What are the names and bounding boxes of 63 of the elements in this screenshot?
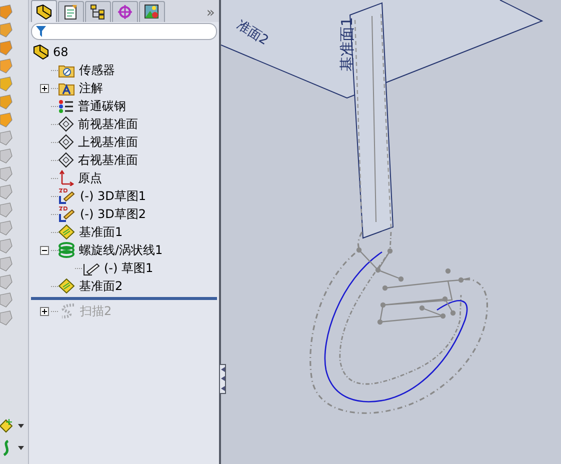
plane-icon[interactable] xyxy=(0,418,14,434)
tree-item[interactable]: 前视基准面 xyxy=(78,115,138,133)
feature-icon[interactable] xyxy=(0,310,14,326)
feature-icon[interactable] xyxy=(0,238,14,254)
caret-icon[interactable] xyxy=(18,424,24,428)
more-tabs-button[interactable]: » xyxy=(206,6,215,20)
part-icon xyxy=(32,44,50,60)
feature-icon[interactable] xyxy=(0,292,14,308)
feature-icon[interactable] xyxy=(0,130,14,146)
collapse-toggle[interactable] xyxy=(40,246,48,254)
feature-icon[interactable] xyxy=(0,220,14,236)
filter-field[interactable] xyxy=(31,23,217,40)
panel-tab[interactable] xyxy=(31,0,57,22)
tree-item[interactable]: 注解 xyxy=(79,79,103,97)
feature-icon[interactable] xyxy=(0,4,14,20)
caret-icon[interactable] xyxy=(18,446,24,450)
material-icon xyxy=(58,98,74,114)
panel-tab[interactable] xyxy=(58,1,84,22)
feature-icon[interactable] xyxy=(0,40,14,56)
collapse-handle[interactable] xyxy=(220,364,226,394)
helix-icon xyxy=(58,242,75,258)
tree-root[interactable]: 68 xyxy=(53,43,68,61)
feature-icon[interactable] xyxy=(0,94,14,110)
tree-item[interactable]: (-) 3D草图1 xyxy=(80,187,146,205)
feature-icon[interactable] xyxy=(0,112,14,128)
tree-item[interactable]: 普通碳钢 xyxy=(78,97,126,115)
sketch-pencil-icon xyxy=(58,206,76,222)
expand-toggle[interactable] xyxy=(40,84,48,92)
tree-item[interactable]: 传感器 xyxy=(79,61,115,79)
plane-icon xyxy=(58,116,74,132)
tree-item[interactable]: 右视基准面 xyxy=(78,151,138,169)
feature-icon[interactable] xyxy=(0,148,14,164)
feature-icon[interactable] xyxy=(0,166,14,182)
feature-icon[interactable] xyxy=(0,202,14,218)
origin-icon xyxy=(58,170,74,186)
feature-icon[interactable] xyxy=(0,58,14,74)
panel-tab[interactable] xyxy=(85,1,111,22)
notepad-icon xyxy=(63,4,79,20)
annotation-folder-icon xyxy=(58,80,75,96)
tree-item[interactable]: (-) 草图1 xyxy=(104,259,154,277)
feature-icon[interactable] xyxy=(0,22,14,38)
display-icon xyxy=(144,4,160,20)
plane-icon xyxy=(58,152,74,168)
tree-item[interactable]: 基准面1 xyxy=(79,223,123,241)
panel-tab[interactable] xyxy=(139,1,165,22)
tree-item[interactable]: 基准面2 xyxy=(79,277,123,295)
hierarchy-icon xyxy=(90,4,106,20)
feature-icon[interactable] xyxy=(0,76,14,92)
tree-item[interactable]: 原点 xyxy=(78,169,102,187)
feature-icon[interactable] xyxy=(0,256,14,272)
tree-item[interactable]: (-) 3D草图2 xyxy=(80,205,146,223)
tree-item[interactable]: 上视基准面 xyxy=(78,133,138,151)
sensor-folder-icon xyxy=(58,62,75,78)
feature-icon[interactable] xyxy=(0,184,14,200)
tree-item[interactable]: 螺旋线/涡状线1 xyxy=(79,241,163,259)
plane-icon xyxy=(58,278,75,294)
plane-icon xyxy=(58,134,74,150)
sketch-pencil-icon xyxy=(58,188,76,204)
crosshair-icon xyxy=(117,4,133,20)
part-icon xyxy=(35,4,53,20)
filter-icon xyxy=(36,26,46,37)
plane-icon xyxy=(58,224,75,240)
feature-icon[interactable] xyxy=(0,274,14,290)
